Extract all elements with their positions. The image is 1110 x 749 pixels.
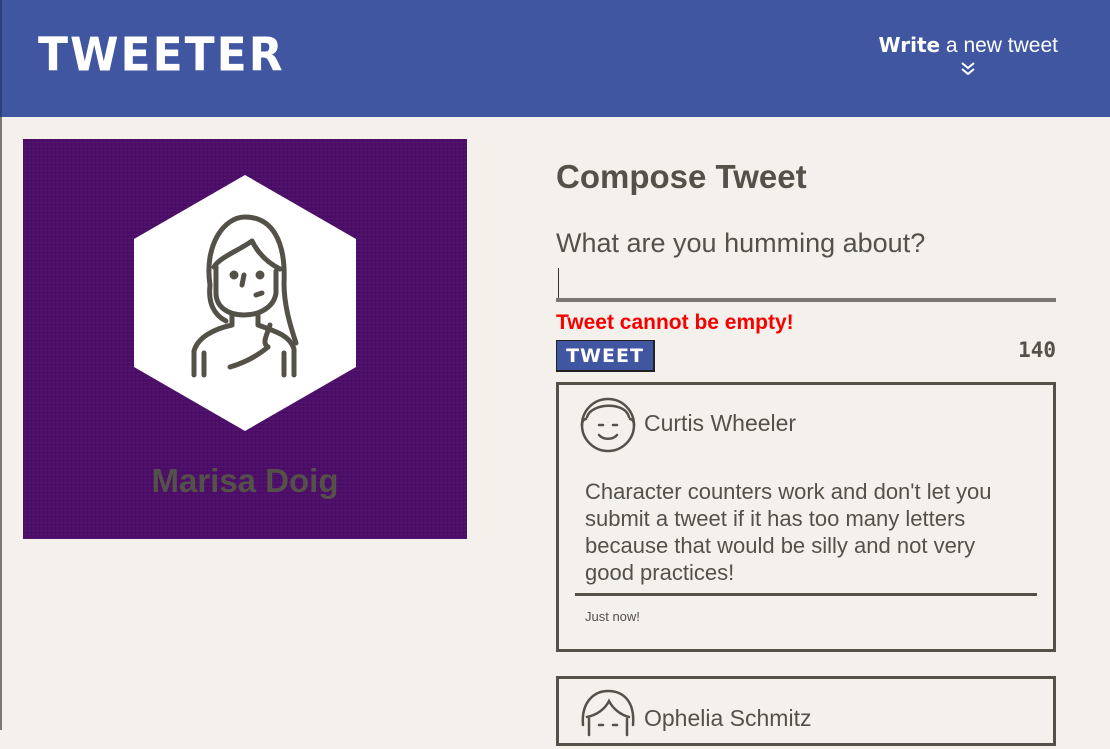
compose-title: Compose Tweet xyxy=(556,158,807,195)
write-new-tweet-toggle[interactable]: Write a new tweet xyxy=(879,33,1058,76)
user-profile-card: Marisa Doig xyxy=(23,139,467,539)
tweet-submit-button[interactable]: TWEET xyxy=(556,340,655,372)
profile-name: Marisa Doig xyxy=(151,462,339,499)
tweet-card: Curtis Wheeler Character counters work a… xyxy=(556,382,1056,652)
user-avatar-icon xyxy=(581,689,635,737)
tweet-username[interactable]: Ophelia Schmitz xyxy=(644,705,811,732)
app-logo[interactable]: TWEETER xyxy=(38,29,285,83)
compose-tweet-section: Compose Tweet Tweet cannot be empty! TWE… xyxy=(556,158,1056,372)
window-edge xyxy=(0,117,2,730)
tweet-username[interactable]: Curtis Wheeler xyxy=(644,410,796,437)
new-tweet-label: a new tweet xyxy=(940,34,1058,57)
user-avatar-icon xyxy=(580,397,636,453)
tweet-body: Character counters work and don't let yo… xyxy=(585,479,992,585)
double-chevron-down-icon xyxy=(961,62,975,76)
write-label: Write xyxy=(878,33,941,57)
character-counter: 140 xyxy=(1018,338,1056,362)
error-message: Tweet cannot be empty! xyxy=(556,311,794,334)
text-caret xyxy=(558,268,559,298)
tweet-textarea[interactable] xyxy=(556,228,1056,302)
tweet-divider xyxy=(575,593,1037,596)
tweet-card: Ophelia Schmitz xyxy=(556,676,1056,746)
top-nav: TWEETER Write a new tweet xyxy=(0,0,1110,117)
tweet-timestamp: Just now! xyxy=(585,609,640,624)
user-avatar-icon xyxy=(134,175,356,431)
